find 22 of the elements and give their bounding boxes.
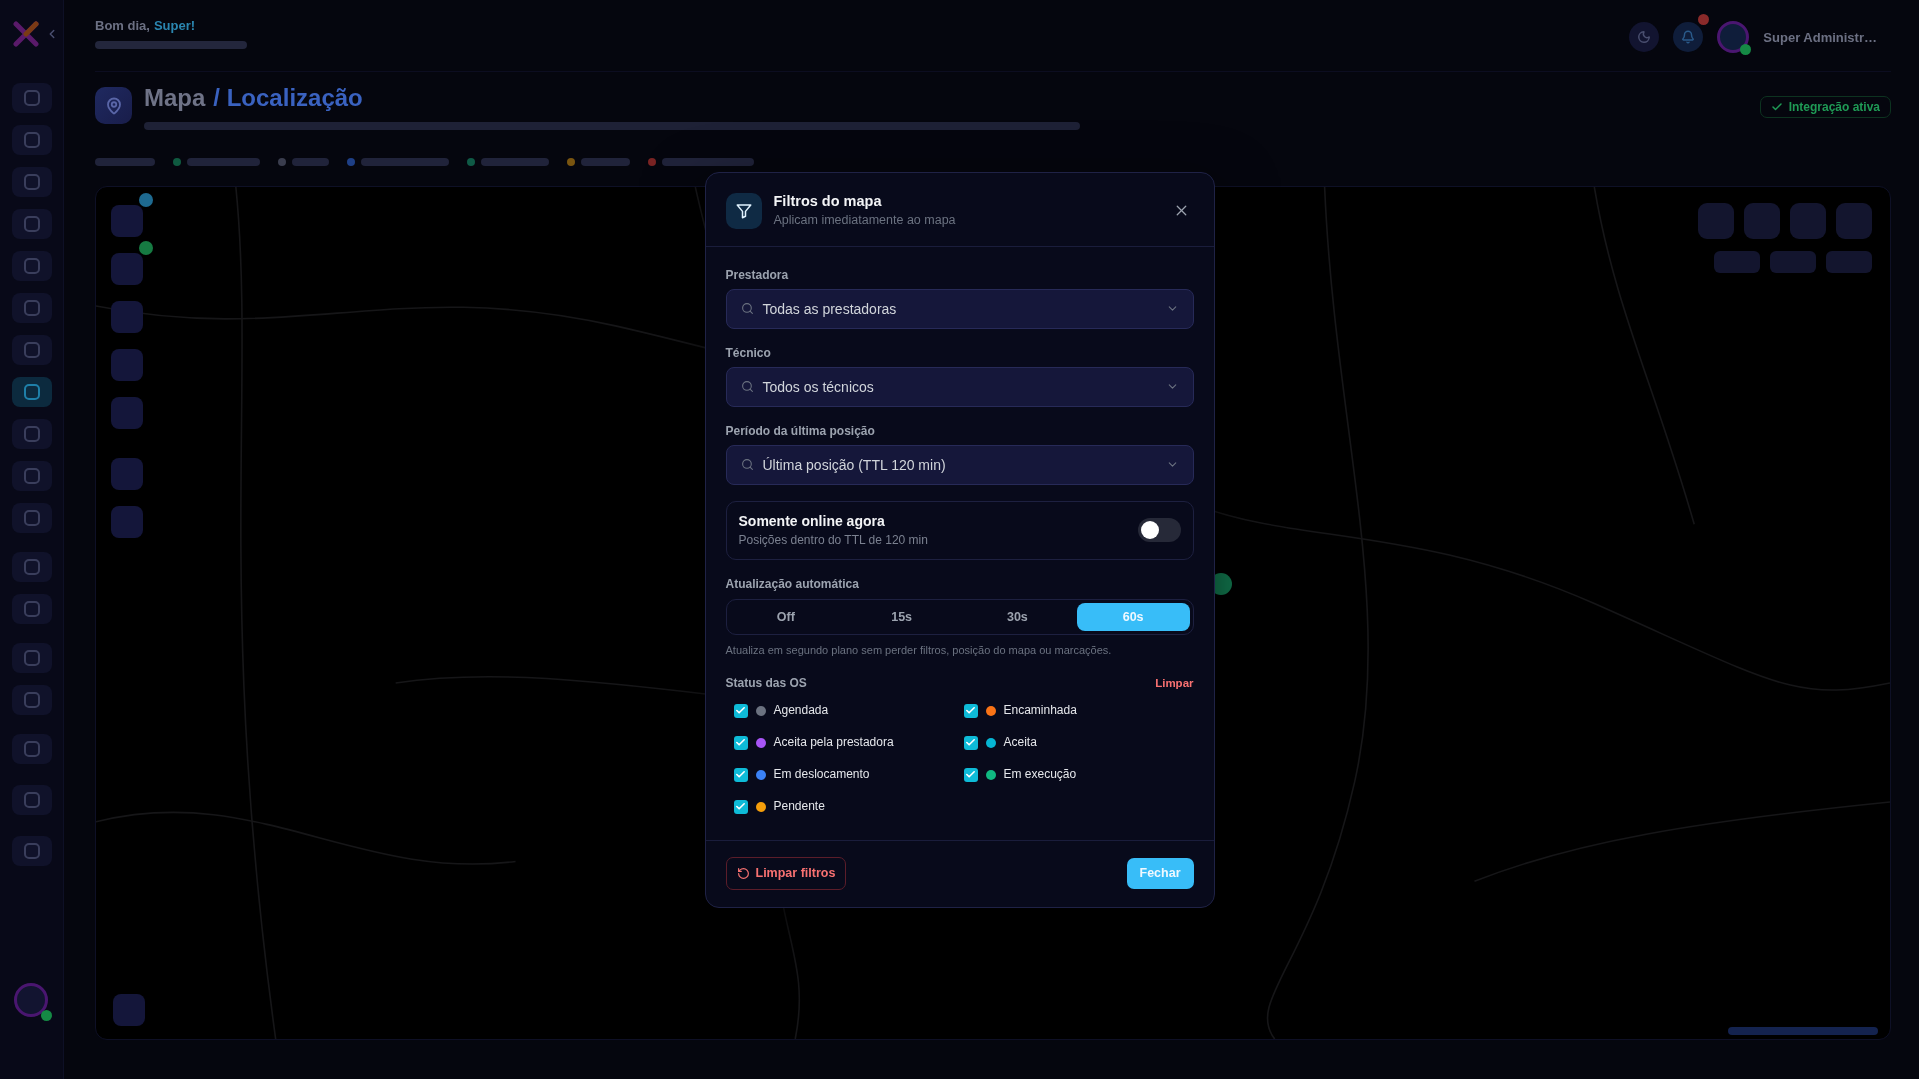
status-label: Em execução (1003, 767, 1077, 782)
toggle-description: Posições dentro do TTL de 120 min (738, 532, 928, 548)
greeting-name: Super! (153, 18, 196, 34)
page-title: Mapa (144, 87, 206, 109)
field-label: Técnico (725, 344, 772, 361)
section-label: Atualização automática (725, 575, 860, 592)
status-label: Em deslocamento (773, 767, 870, 782)
status-label: Pendente (773, 799, 825, 814)
status-label: Agendada (773, 703, 829, 718)
status-label: Encaminhada (1003, 703, 1077, 718)
status-label: Aceita pela prestadora (773, 735, 894, 750)
status-label: Aceita (1003, 735, 1037, 750)
hint-text: Atualiza em segundo plano sem perder filtros, posição do mapa ou marcações. (725, 642, 1113, 657)
integration-status-badge: Integração ativa (1759, 96, 1891, 118)
toggle-title: Somente online agora (738, 512, 886, 530)
page-breadcrumb: / Localização (213, 87, 363, 109)
greeting-text: Bom dia, (95, 18, 150, 34)
dialog-subtitle: Aplicam imediatamente ao mapa (773, 213, 956, 228)
dialog-title: Filtros do mapa (773, 193, 883, 210)
section-label: Status das OS (725, 674, 807, 691)
field-label: Prestadora (725, 266, 790, 283)
field-label: Período da última posição (725, 422, 876, 439)
